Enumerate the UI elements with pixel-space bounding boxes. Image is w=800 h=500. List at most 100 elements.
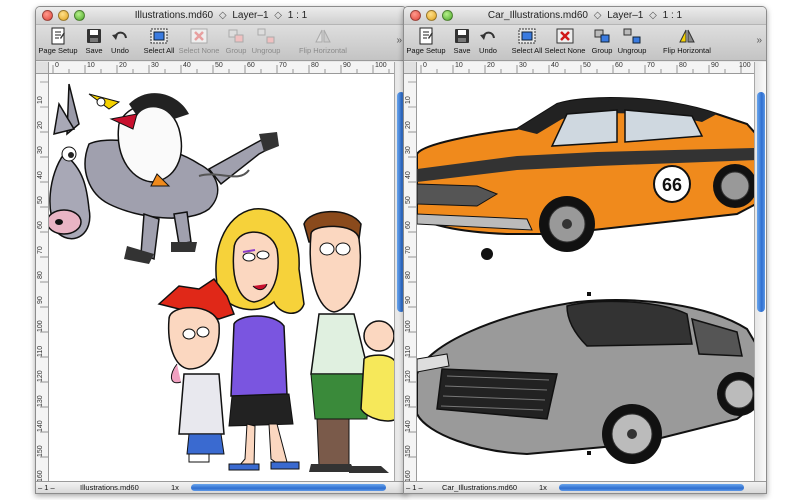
cartoon-illustration[interactable] (49, 74, 394, 481)
drawing-canvas[interactable] (49, 74, 394, 481)
title-zoom: 1 : 1 (287, 10, 308, 21)
flip-horizontal-button[interactable]: Flip Horizontal (662, 27, 712, 55)
title-separator: ◇ (593, 10, 602, 21)
baby-illustration[interactable] (360, 320, 394, 422)
select-all-button[interactable]: Select All (139, 27, 179, 55)
toolbar: Page Setup Save Undo Select All Select N… (404, 25, 766, 61)
ruler-label: 90 (37, 296, 44, 304)
tool-label: Undo (479, 46, 497, 55)
horizontal-scroll-thumb[interactable] (559, 484, 744, 491)
ruler-label: 70 (279, 62, 287, 69)
title-layer: Layer–1 (232, 10, 269, 21)
ruler-label: 50 (583, 62, 591, 69)
ruler-label: 160 (37, 470, 44, 481)
gray-sports-car-illustration[interactable] (417, 292, 754, 464)
ruler-label: 80 (405, 271, 412, 279)
flip-horizontal-icon (313, 27, 333, 45)
tool-label: Flip Horizontal (299, 46, 347, 55)
tool-label: Select All (143, 46, 175, 55)
ruler-label: 80 (679, 62, 687, 69)
page-setup-icon (416, 27, 436, 45)
undo-button[interactable]: Undo (100, 27, 140, 55)
horizontal-scroll-thumb[interactable] (191, 484, 386, 491)
toolbar-overflow-icon[interactable]: » (756, 35, 762, 46)
ruler-label: 0 (55, 62, 59, 69)
ruler-label: 30 (405, 146, 412, 154)
ungroup-icon (256, 27, 276, 45)
ruler-label: 10 (37, 96, 44, 104)
tool-label: Select All (511, 46, 543, 55)
tool-label: Select None (178, 46, 220, 55)
tool-label: Ungroup (251, 46, 281, 55)
zoom-scale-popup[interactable]: 1x (539, 483, 547, 492)
ruler-label: 130 (37, 395, 44, 407)
vertical-scrollbar[interactable] (754, 62, 766, 481)
toolbar-overflow-icon[interactable]: » (396, 35, 402, 46)
selection-handle[interactable] (587, 451, 591, 455)
flip-horizontal-icon (677, 27, 697, 45)
ungroup-button[interactable]: Ungroup (612, 27, 652, 55)
tool-label: Group (225, 46, 247, 55)
ruler-label: 60 (615, 62, 623, 69)
ruler-label: 40 (551, 62, 559, 69)
drawing-canvas[interactable]: 66 (417, 74, 754, 481)
select-none-button[interactable]: Select None (545, 27, 585, 55)
ruler-label: 90 (343, 62, 351, 69)
toolbar: Page Setup Save Undo Select All Select N… (36, 25, 406, 61)
title-separator: ◇ (218, 10, 227, 21)
mom-illustration[interactable] (215, 208, 305, 471)
selection-handle[interactable] (587, 292, 591, 296)
page-setup-button[interactable]: Page Setup (406, 27, 446, 55)
orange-muscle-car-illustration[interactable]: 66 (417, 97, 754, 260)
group-icon (226, 27, 246, 45)
flip-horizontal-button[interactable]: Flip Horizontal (298, 27, 348, 55)
ruler-label: 50 (405, 196, 412, 204)
undo-button[interactable]: Undo (468, 27, 508, 55)
ungroup-icon (622, 27, 642, 45)
title-separator: ◇ (274, 10, 282, 21)
tool-label: Select None (544, 46, 586, 55)
car-illustration[interactable]: 66 (417, 74, 754, 481)
ruler-label: 90 (405, 296, 412, 304)
select-all-icon (517, 27, 537, 45)
ruler-label: 90 (711, 62, 719, 69)
status-bar: – 1 – Car_Illustrations.md60 1x (404, 481, 766, 493)
title-layer: Layer–1 (607, 10, 644, 21)
ruler-label: 120 (405, 370, 412, 382)
document-window-illustrations[interactable]: Illustrations.md60 ◇ Layer–1 ◇ 1 : 1 Pag… (35, 6, 407, 494)
ruler-corner (36, 62, 49, 74)
ruler-label: 60 (37, 221, 44, 229)
page-setup-button[interactable]: Page Setup (38, 27, 78, 55)
window-title: Car_Illustrations.md60 ◇ Layer–1 ◇ 1 : 1 (404, 10, 766, 21)
title-filename: Car_Illustrations.md60 (487, 10, 588, 21)
undo-icon (478, 27, 498, 45)
ruler-label: 150 (405, 445, 412, 457)
ruler-label: 70 (647, 62, 655, 69)
ruler-label: 110 (37, 345, 44, 357)
select-all-icon (149, 27, 169, 45)
ruler-label: 50 (215, 62, 223, 69)
document-window-car-illustrations[interactable]: Car_Illustrations.md60 ◇ Layer–1 ◇ 1 : 1… (403, 6, 767, 494)
select-all-button[interactable]: Select All (507, 27, 547, 55)
ruler-label: 80 (37, 271, 44, 279)
ruler-label: 20 (119, 62, 127, 69)
ungroup-button[interactable]: Ungroup (246, 27, 286, 55)
page-setup-icon (48, 27, 68, 45)
title-bar[interactable]: Car_Illustrations.md60 ◇ Layer–1 ◇ 1 : 1 (404, 7, 766, 25)
svg-text:66: 66 (662, 175, 682, 195)
tool-label: Page Setup (406, 46, 446, 55)
group-icon (592, 27, 612, 45)
ruler-label: 20 (487, 62, 495, 69)
vertical-ruler: 10 20 30 40 50 60 70 80 90 100 110 120 1… (36, 74, 49, 481)
page-stepper[interactable]: – 1 – (406, 483, 423, 492)
page-stepper[interactable]: – 1 – (38, 483, 55, 492)
ruler-label: 110 (405, 345, 412, 357)
tool-label: Flip Horizontal (663, 46, 711, 55)
ruler-label: 10 (405, 96, 412, 104)
zoom-scale-popup[interactable]: 1x (171, 483, 179, 492)
select-none-button[interactable]: Select None (179, 27, 219, 55)
title-bar[interactable]: Illustrations.md60 ◇ Layer–1 ◇ 1 : 1 (36, 7, 406, 25)
ruler-label: 0 (423, 62, 427, 69)
vertical-scroll-thumb[interactable] (757, 92, 765, 312)
boy-illustration[interactable] (157, 277, 235, 463)
